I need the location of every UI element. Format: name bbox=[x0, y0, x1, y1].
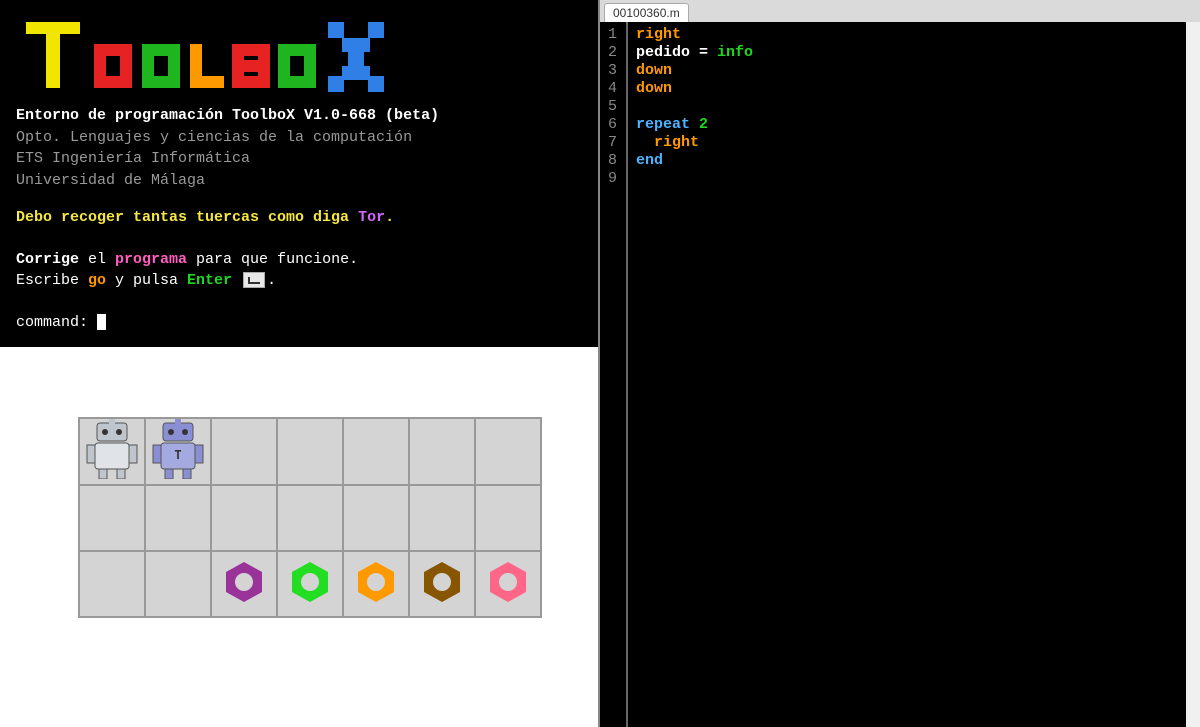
code-editor[interactable]: 123456789 rightpedido = infodowndown rep… bbox=[600, 22, 1200, 727]
instruction-1: Corrige el programa para que funcione. bbox=[16, 250, 582, 270]
grid-cell bbox=[211, 551, 277, 617]
line-number: 9 bbox=[608, 170, 620, 188]
dept-line: Opto. Lenguajes y ciencias de la computa… bbox=[16, 128, 582, 148]
university-line: Universidad de Málaga bbox=[16, 171, 582, 191]
right-pane: 00100360.m 123456789 rightpedido = infod… bbox=[598, 0, 1200, 727]
line-number: 6 bbox=[608, 116, 620, 134]
line-numbers: 123456789 bbox=[600, 22, 628, 727]
grid-row: T bbox=[79, 418, 541, 485]
task-text: Debo recoger tantas tuercas como diga To… bbox=[16, 208, 582, 228]
nut-icon bbox=[286, 558, 334, 606]
grid-cell bbox=[211, 418, 277, 485]
game-grid: T bbox=[78, 417, 542, 618]
editor-tab-bar: 00100360.m bbox=[600, 0, 1200, 22]
grid-cell bbox=[475, 551, 541, 617]
nut-icon bbox=[220, 558, 268, 606]
left-pane: Entorno de programación ToolboX V1.0-668… bbox=[0, 0, 598, 727]
grid-cell bbox=[409, 418, 475, 485]
grid-cell bbox=[475, 418, 541, 485]
code-line[interactable]: end bbox=[636, 152, 753, 170]
line-number: 8 bbox=[608, 152, 620, 170]
grid-cell bbox=[409, 485, 475, 551]
nut-icon bbox=[352, 558, 400, 606]
code-line[interactable]: down bbox=[636, 62, 753, 80]
school-line: ETS Ingeniería Informática bbox=[16, 149, 582, 169]
nut-icon bbox=[418, 558, 466, 606]
grid-cell bbox=[211, 485, 277, 551]
grid-row bbox=[79, 485, 541, 551]
code-line[interactable] bbox=[636, 170, 753, 188]
grid-cell bbox=[277, 551, 343, 617]
svg-text:T: T bbox=[174, 448, 181, 462]
grid-cell bbox=[79, 485, 145, 551]
grid-cell bbox=[343, 418, 409, 485]
robot-gray-icon bbox=[83, 419, 141, 479]
scrollbar-vertical[interactable] bbox=[1186, 22, 1200, 727]
code-content[interactable]: rightpedido = infodowndown repeat 2 righ… bbox=[628, 22, 753, 727]
grid-cell bbox=[79, 418, 145, 485]
code-line[interactable]: right bbox=[636, 26, 753, 44]
editor-tab[interactable]: 00100360.m bbox=[604, 3, 689, 22]
line-number: 3 bbox=[608, 62, 620, 80]
grid-cell bbox=[277, 485, 343, 551]
line-number: 5 bbox=[608, 98, 620, 116]
line-number: 7 bbox=[608, 134, 620, 152]
version-line: Entorno de programación ToolboX V1.0-668… bbox=[16, 106, 582, 126]
grid-cell: T bbox=[145, 418, 211, 485]
console: Entorno de programación ToolboX V1.0-668… bbox=[0, 0, 598, 347]
command-prompt[interactable]: command: bbox=[16, 313, 582, 333]
code-line[interactable] bbox=[636, 98, 753, 116]
grid-cell bbox=[475, 485, 541, 551]
code-line[interactable]: right bbox=[636, 134, 753, 152]
game-area: T bbox=[0, 347, 598, 727]
grid-cell bbox=[409, 551, 475, 617]
grid-cell bbox=[277, 418, 343, 485]
grid-cell bbox=[145, 485, 211, 551]
code-line[interactable]: repeat 2 bbox=[636, 116, 753, 134]
robot-blue-icon: T bbox=[149, 419, 207, 479]
grid-cell bbox=[145, 551, 211, 617]
line-number: 2 bbox=[608, 44, 620, 62]
code-line[interactable]: pedido = info bbox=[636, 44, 753, 62]
grid-cell bbox=[79, 551, 145, 617]
enter-key-icon bbox=[243, 272, 265, 288]
line-number: 1 bbox=[608, 26, 620, 44]
grid-cell bbox=[343, 551, 409, 617]
line-number: 4 bbox=[608, 80, 620, 98]
cursor-icon bbox=[97, 314, 106, 330]
toolbox-logo bbox=[16, 16, 582, 94]
nut-icon bbox=[484, 558, 532, 606]
grid-row bbox=[79, 551, 541, 617]
instruction-2: Escribe go y pulsa Enter . bbox=[16, 271, 582, 291]
code-line[interactable]: down bbox=[636, 80, 753, 98]
grid-cell bbox=[343, 485, 409, 551]
